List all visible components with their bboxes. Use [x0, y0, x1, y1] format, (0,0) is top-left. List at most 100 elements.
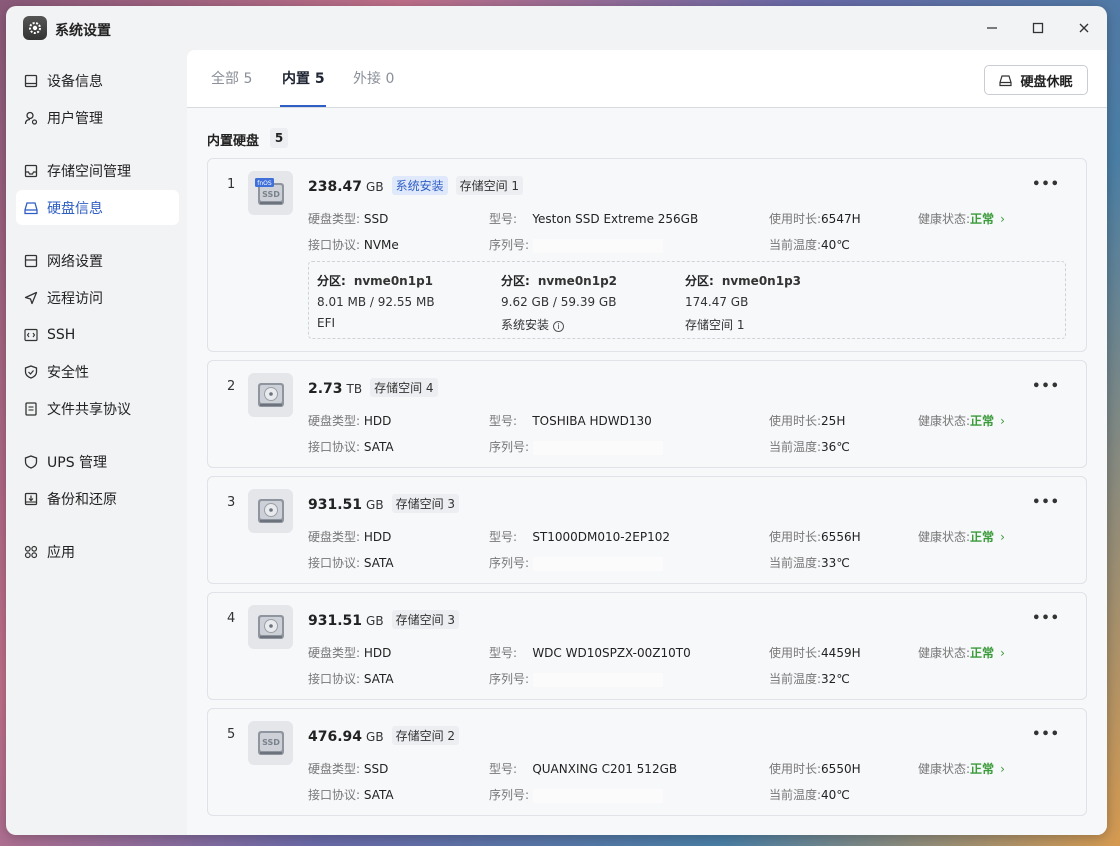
disk-capacity: 931.51 GB 存储空间 3 — [308, 494, 460, 514]
disk-model: 型号: WDC WD10SPZX-00Z10T0 — [489, 646, 691, 660]
info-icon[interactable]: i — [553, 321, 565, 332]
disk-health[interactable]: 健康状态:正常 › — [918, 760, 1005, 777]
tab-bar: 全部 5 内置 5 外接 0 硬盘休眠 — [187, 50, 1107, 108]
disk-card[interactable]: 3 931.51 GB 存储空间 3 ••• 硬盘类型: HDD 接口协议: SA… — [207, 476, 1087, 584]
disk-temperature: 当前温度:40℃ — [769, 788, 850, 802]
disk-hours: 使用时长:25H — [769, 414, 846, 428]
disk-card[interactable]: 5 SSD 476.94 GB 存储空间 2 ••• 硬盘类型: SSD 接口协议… — [207, 708, 1087, 816]
sidebar-item-label: UPS 管理 — [47, 454, 108, 471]
disk-serial: 序列号: — [489, 554, 663, 571]
active-tab-indicator — [280, 105, 326, 107]
disk-health[interactable]: 健康状态:正常 › — [918, 644, 1005, 661]
app-title: 系统设置 — [55, 23, 111, 39]
disk-temperature: 当前温度:40℃ — [769, 238, 850, 252]
sidebar-item-label: 远程访问 — [47, 290, 103, 307]
system-install-badge: 系统安装 — [391, 176, 448, 195]
tab-external[interactable]: 外接 0 — [353, 68, 394, 88]
sidebar-item-storage-management[interactable]: 存储空间管理 — [16, 153, 179, 188]
sidebar-item-device-info[interactable]: 设备信息 — [16, 63, 179, 98]
disk-card[interactable]: 1 SSD fnOS 238.47 GB 系统安装 存储空间 1 ••• 硬盘类型… — [207, 158, 1087, 352]
tab-all[interactable]: 全部 5 — [211, 68, 252, 88]
settings-window: 系统设置 设备信息 用户管理 存储空间管理 硬盘信息 网络设置 远程访问 SSH… — [6, 6, 1107, 835]
disk-sleep-button[interactable]: 硬盘休眠 — [984, 65, 1088, 95]
disk-temperature: 当前温度:36℃ — [769, 440, 850, 454]
storage-pool-badge: 存储空间 4 — [370, 378, 438, 397]
ssd-icon: SSD fnOS — [248, 171, 293, 215]
sidebar-item-remote-access[interactable]: 远程访问 — [16, 280, 179, 315]
code-icon — [24, 328, 38, 342]
network-icon — [24, 254, 38, 268]
disk-health[interactable]: 健康状态:正常 › — [918, 210, 1005, 227]
svg-text:SSD: SSD — [262, 190, 280, 199]
disk-hours: 使用时长:6550H — [769, 762, 861, 776]
chevron-right-icon: › — [1000, 762, 1005, 776]
disk-type: 硬盘类型: HDD — [308, 530, 392, 544]
disk-capacity: 2.73 TB 存储空间 4 — [308, 378, 438, 398]
sidebar-item-label: 安全性 — [47, 364, 89, 381]
disk-interface: 接口协议: SATA — [308, 672, 394, 686]
sidebar-item-disk-info[interactable]: 硬盘信息 — [16, 190, 179, 225]
disk-model: 型号: ST1000DM010-2EP102 — [489, 530, 670, 544]
disk-serial: 序列号: — [489, 670, 663, 687]
disk-health[interactable]: 健康状态:正常 › — [918, 528, 1005, 545]
close-button[interactable] — [1074, 18, 1094, 38]
sidebar-item-label: SSH — [47, 326, 76, 343]
sidebar-item-ssh[interactable]: SSH — [16, 317, 179, 352]
storage-pool-badge: 存储空间 3 — [391, 610, 460, 629]
minimize-button[interactable] — [982, 18, 1002, 38]
more-options-icon[interactable]: ••• — [1032, 611, 1060, 626]
sidebar-item-apps[interactable]: 应用 — [16, 534, 179, 569]
sidebar-item-security[interactable]: 安全性 — [16, 354, 179, 389]
disk-health[interactable]: 健康状态:正常 › — [918, 412, 1005, 429]
monitor-icon — [24, 74, 38, 88]
section-title: 内置硬盘 — [207, 134, 260, 149]
disk-hours: 使用时长:4459H — [769, 646, 861, 660]
sidebar-item-label: 应用 — [47, 544, 75, 561]
sidebar: 设备信息 用户管理 存储空间管理 硬盘信息 网络设置 远程访问 SSH 安全性 — [6, 50, 187, 835]
disk-card[interactable]: 2 2.73 TB 存储空间 4 ••• 硬盘类型: HDD 接口协议: SATA… — [207, 360, 1087, 468]
disk-index: 2 — [227, 379, 236, 394]
ssd-icon: SSD — [248, 721, 293, 765]
sidebar-item-backup[interactable]: 备份和还原 — [16, 481, 179, 516]
sidebar-item-label: 网络设置 — [47, 253, 103, 270]
more-options-icon[interactable]: ••• — [1032, 177, 1060, 192]
shield-icon — [24, 364, 38, 379]
sidebar-item-network-settings[interactable]: 网络设置 — [16, 243, 179, 278]
tab-internal[interactable]: 内置 5 — [282, 68, 325, 88]
disk-hours: 使用时长:6556H — [769, 530, 861, 544]
document-icon — [24, 401, 38, 416]
maximize-icon — [1032, 22, 1044, 34]
chevron-right-icon: › — [1000, 530, 1005, 544]
more-options-icon[interactable]: ••• — [1032, 379, 1060, 394]
sidebar-item-label: 设备信息 — [47, 73, 103, 90]
disk-interface: 接口协议: SATA — [308, 788, 394, 802]
sidebar-item-user-management[interactable]: 用户管理 — [16, 100, 179, 135]
sidebar-item-ups[interactable]: UPS 管理 — [16, 444, 179, 479]
disk-card[interactable]: 4 931.51 GB 存储空间 3 ••• 硬盘类型: HDD 接口协议: SA… — [207, 592, 1087, 700]
disk-index: 1 — [227, 177, 236, 192]
gear-icon — [23, 16, 47, 40]
hard-disk-icon — [24, 201, 38, 215]
svg-text:fnOS: fnOS — [257, 180, 272, 187]
disk-serial: 序列号: — [489, 786, 663, 803]
main-panel: 全部 5 内置 5 外接 0 硬盘休眠 内置硬盘 5 1 SSD fnOS 23… — [187, 50, 1107, 835]
hdd-icon — [248, 489, 293, 533]
backup-icon — [24, 492, 38, 506]
disk-interface: 接口协议: SATA — [308, 556, 394, 570]
sidebar-item-label: 文件共享协议 — [47, 401, 131, 418]
title-bar: 系统设置 — [6, 6, 1107, 50]
close-icon — [1079, 23, 1089, 33]
disk-model: 型号: TOSHIBA HDWD130 — [489, 414, 652, 428]
sidebar-item-label: 存储空间管理 — [47, 163, 131, 180]
apps-icon — [24, 545, 38, 559]
sidebar-item-file-sharing[interactable]: 文件共享协议 — [16, 391, 179, 426]
disk-model: 型号: Yeston SSD Extreme 256GB — [489, 212, 699, 226]
minimize-icon — [987, 27, 997, 29]
storage-pool-badge: 存储空间 3 — [391, 494, 460, 513]
more-options-icon[interactable]: ••• — [1032, 727, 1060, 742]
disk-type: 硬盘类型: HDD — [308, 414, 392, 428]
more-options-icon[interactable]: ••• — [1032, 495, 1060, 510]
maximize-button[interactable] — [1028, 18, 1048, 38]
chevron-right-icon: › — [1000, 646, 1005, 660]
hard-disk-icon — [999, 74, 1013, 87]
